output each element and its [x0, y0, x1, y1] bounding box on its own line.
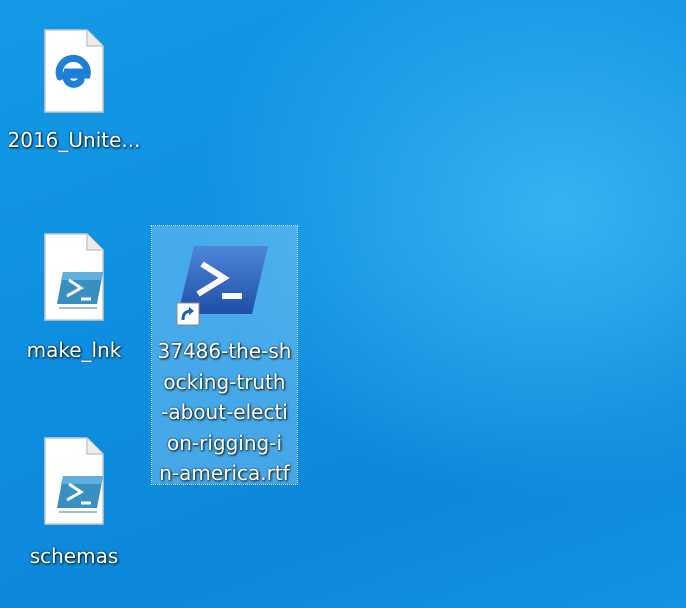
desktop-icon-2016-united[interactable]: 2016_Unite...: [4, 26, 144, 156]
desktop-background[interactable]: 2016_Unite... make_lnk schemas 37486-the…: [0, 0, 686, 608]
desktop-icon-rtf-shortcut[interactable]: 37486-the-sh ocking-truth -about-electi …: [151, 225, 298, 485]
icon-label: make_lnk: [26, 338, 122, 362]
icon-label: schemas: [29, 544, 119, 568]
icon-label: 37486-the-sh ocking-truth -about-electi …: [157, 339, 292, 485]
icon-label: 2016_Unite...: [7, 128, 141, 152]
desktop-icon-make-lnk[interactable]: make_lnk: [4, 230, 144, 362]
edge-document-icon: [44, 29, 104, 113]
powershell-script-icon: [44, 437, 104, 525]
shortcut-arrow-icon: [176, 302, 200, 326]
desktop-icon-schemas[interactable]: schemas: [4, 434, 144, 568]
powershell-script-icon: [44, 233, 104, 321]
